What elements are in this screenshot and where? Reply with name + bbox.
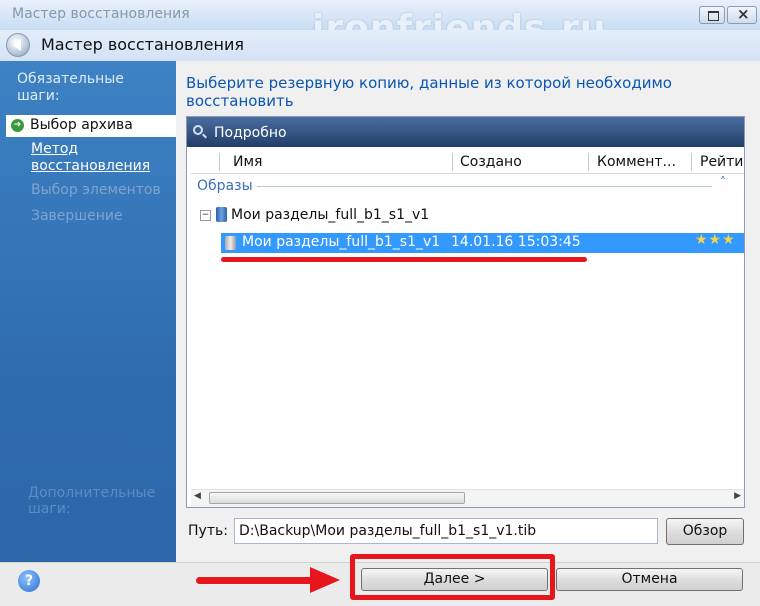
annotation-arrow-shaft [196,577,316,584]
column-header: Имя Создано Коммент... Рейти [191,151,744,174]
column-divider [219,153,220,171]
sidebar-item-select-items: Выбор элементов [31,182,161,198]
steps-sidebar: Обязательные шаги: ➜ Выбор архива Метод … [0,61,176,562]
restore-icon [708,11,719,21]
footer-bar: ? Далее > Отмена [0,554,760,606]
path-label: Путь: [188,523,228,539]
backup-name: Мои разделы_full_b1_s1_v1 [242,234,441,250]
column-rating[interactable]: Рейти [700,154,743,170]
additional-steps-heading: Дополнительные шаги: [28,485,156,517]
sidebar-item-finish: Завершение [31,208,123,224]
column-divider [691,153,692,171]
highlight-box [350,554,555,600]
cancel-button[interactable]: Отмена [556,568,743,591]
sidebar-item-select-archive[interactable]: ➜ Выбор архива [6,115,176,137]
wizard-title: Мастер восстановления [41,35,244,54]
group-label: Образы [197,178,253,194]
wizard-header: Мастер восстановления [0,30,760,61]
scroll-right-icon[interactable]: ▶ [734,491,741,501]
column-name[interactable]: Имя [233,154,262,170]
column-divider [588,153,589,171]
close-icon: × [737,5,750,23]
scroll-thumb[interactable] [209,492,465,504]
tree-collapse-icon[interactable]: − [200,210,211,221]
group-divider [257,186,712,187]
disk-icon [216,207,227,222]
help-icon[interactable]: ? [18,570,40,592]
column-comment[interactable]: Коммент... [597,154,676,170]
window-title: Мастер восстановления [12,6,190,22]
tree-node-archive[interactable]: Мои разделы_full_b1_s1_v1 [231,207,429,223]
annotation-arrow-icon [310,567,340,593]
selected-backup-row[interactable]: Мои разделы_full_b1_s1_v1 14.01.16 15:03… [221,232,744,253]
close-button[interactable]: × [727,5,757,24]
title-bar: Мастер восстановления ironfriends.ru × [0,0,760,49]
panel-header: Подробно [187,117,744,147]
restore-button[interactable] [699,6,725,24]
required-steps-heading: Обязательные шаги: [17,71,124,104]
sidebar-item-restore-method[interactable]: Метод восстановления [31,141,161,175]
backup-created: 14.01.16 15:03:45 [451,234,581,250]
collapse-caret-icon[interactable]: ˄ [720,175,726,189]
rating-stars-icon: ★★★ [695,232,736,248]
magnifier-icon [193,125,203,135]
scroll-left-icon[interactable]: ◀ [194,491,201,501]
horizontal-scrollbar[interactable]: ◀ ▶ [191,489,744,507]
column-created[interactable]: Создано [460,154,522,170]
page-prompt: Выберите резервную копию, данные из кото… [186,74,672,110]
browse-button[interactable]: Обзор [666,518,744,545]
sidebar-item-label: Выбор архива [30,117,133,133]
current-step-arrow-icon: ➜ [11,119,24,132]
panel-title: Подробно [214,125,287,141]
archive-panel: Подробно Имя Создано Коммент... Рейти Об… [186,116,745,508]
path-input[interactable] [234,518,658,544]
highlight-underline [221,257,587,262]
back-button[interactable] [6,33,30,57]
column-divider [452,153,453,171]
backup-disk-icon [225,236,236,250]
